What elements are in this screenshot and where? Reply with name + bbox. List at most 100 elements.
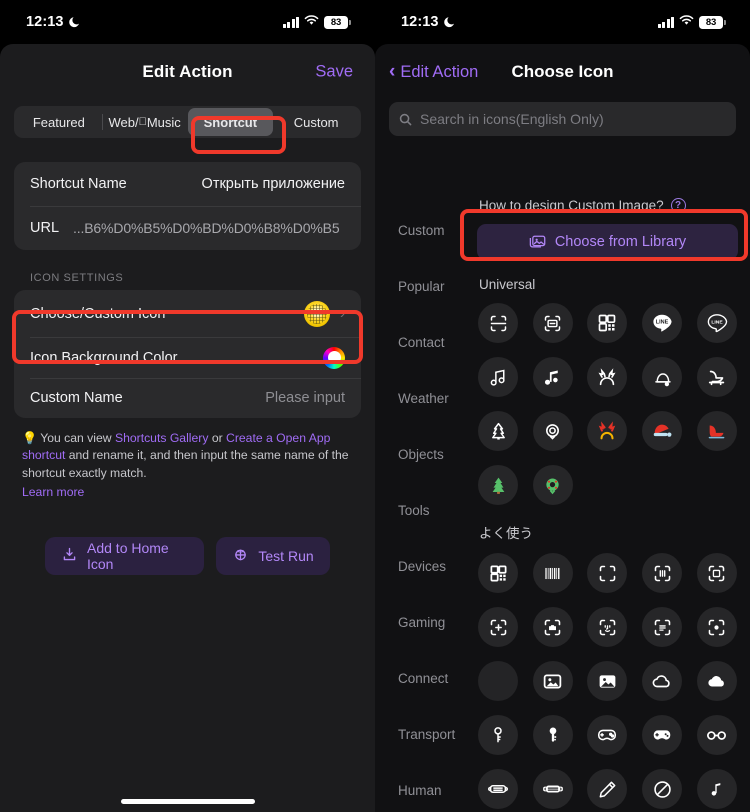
icon-cell[interactable]: LINE — [693, 303, 740, 343]
face-mask-filled-icon[interactable] — [533, 769, 573, 809]
icon-cell[interactable]: LINE — [639, 303, 686, 343]
category-gaming[interactable]: Gaming — [375, 594, 473, 650]
tab-shortcut[interactable]: Shortcut — [188, 108, 274, 136]
icon-cell[interactable] — [584, 553, 631, 593]
key-outline-icon[interactable] — [478, 715, 518, 755]
icon-cell[interactable] — [584, 303, 631, 343]
test-run-button[interactable]: Test Run — [216, 537, 330, 575]
santa-hat-color-icon[interactable] — [642, 411, 682, 451]
icon-cell[interactable] — [475, 411, 522, 451]
no-entry-icon[interactable] — [642, 769, 682, 809]
icon-cell[interactable] — [530, 465, 577, 505]
icon-cell[interactable] — [530, 769, 577, 809]
icon-cell[interactable] — [475, 715, 522, 755]
photo-filled-icon[interactable] — [587, 661, 627, 701]
category-contact[interactable]: Contact — [375, 314, 473, 370]
url-value[interactable]: ...B6%D0%B5%D0%BD%D0%B8%D0%B5 — [73, 220, 339, 236]
scan-text-icon[interactable] — [642, 607, 682, 647]
line-chat-filled-icon[interactable]: LINE — [642, 303, 682, 343]
icon-cell[interactable] — [584, 607, 631, 647]
face-mask-outline-icon[interactable] — [478, 769, 518, 809]
qr-code-small-icon[interactable] — [478, 553, 518, 593]
custom-name-input[interactable]: Please input — [265, 390, 345, 406]
reindeer-antlers-color-icon[interactable] — [587, 411, 627, 451]
sleigh-color-icon[interactable] — [697, 411, 737, 451]
icon-cell[interactable] — [584, 769, 631, 809]
category-popular[interactable]: Popular — [375, 258, 473, 314]
add-to-home-icon-button[interactable]: Add to Home Icon — [45, 537, 204, 575]
wreath-outline-icon[interactable] — [533, 411, 573, 451]
how-to-design-row[interactable]: How to design Custom Image? ? — [475, 198, 740, 213]
category-objects[interactable]: Objects — [375, 426, 473, 482]
category-custom[interactable]: Custom — [375, 202, 473, 258]
category-devices[interactable]: Devices — [375, 538, 473, 594]
icon-cell[interactable] — [693, 715, 740, 755]
question-mark-icon[interactable]: ? — [671, 198, 686, 213]
icon-cell[interactable] — [530, 357, 577, 397]
icon-cell[interactable] — [639, 607, 686, 647]
tab-custom[interactable]: Custom — [273, 108, 359, 136]
icon-cell[interactable] — [530, 715, 577, 755]
sleigh-outline-icon[interactable] — [697, 357, 737, 397]
photo-icon[interactable] — [533, 661, 573, 701]
icon-cell[interactable] — [475, 661, 522, 701]
icon-cell[interactable] — [475, 769, 522, 809]
icon-cell[interactable] — [530, 411, 577, 451]
custom-name-row[interactable]: Custom Name Please input — [14, 378, 361, 418]
icon-cell[interactable] — [693, 553, 740, 593]
cloud-outline-icon[interactable] — [642, 661, 682, 701]
scan-document-icon[interactable] — [697, 553, 737, 593]
music-notes-outline-icon[interactable] — [478, 357, 518, 397]
scan-dot-icon[interactable] — [697, 607, 737, 647]
christmas-tree-outline-icon[interactable] — [478, 411, 518, 451]
reindeer-antlers-outline-icon[interactable] — [587, 357, 627, 397]
icon-cell[interactable] — [475, 357, 522, 397]
icon-cell[interactable] — [639, 357, 686, 397]
scan-minus-icon[interactable] — [533, 303, 573, 343]
shortcut-name-row[interactable]: Shortcut Name Открыть приложение — [14, 162, 361, 206]
barcode-icon[interactable] — [533, 553, 573, 593]
scan-plus-icon[interactable] — [478, 607, 518, 647]
save-button[interactable]: Save — [315, 63, 353, 82]
shortcut-name-value[interactable]: Открыть приложение — [202, 176, 345, 192]
icon-cell[interactable] — [530, 607, 577, 647]
scan-corners-icon[interactable] — [587, 553, 627, 593]
cloud-filled-icon[interactable] — [697, 661, 737, 701]
category-weather[interactable]: Weather — [375, 370, 473, 426]
icon-cell[interactable] — [584, 357, 631, 397]
icon-cell[interactable] — [475, 553, 522, 593]
choose-custom-icon-row[interactable]: Choose/Custom Icon › — [14, 290, 361, 337]
choose-from-library-button[interactable]: Choose from Library — [477, 224, 738, 260]
color-wheel-icon[interactable] — [323, 347, 345, 369]
pencil-icon[interactable] — [587, 769, 627, 809]
search-input[interactable]: Search in icons(English Only) — [389, 102, 736, 136]
learn-more-link[interactable]: Learn more — [22, 484, 353, 501]
icon-cell[interactable] — [693, 607, 740, 647]
tab-web-music[interactable]: Web/Music — [102, 108, 188, 136]
key-filled-icon[interactable] — [533, 715, 573, 755]
scan-frame-icon[interactable] — [478, 303, 518, 343]
icon-cell[interactable] — [530, 661, 577, 701]
line-chat-outline-icon[interactable]: LINE — [697, 303, 737, 343]
icon-cell[interactable] — [584, 411, 631, 451]
icon-cell[interactable] — [475, 465, 522, 505]
gamepad-outline-icon[interactable] — [587, 715, 627, 755]
icon-cell[interactable] — [530, 553, 577, 593]
icon-cell[interactable] — [693, 411, 740, 451]
back-button[interactable]: ‹ Edit Action — [389, 63, 478, 82]
christmas-tree-color-icon[interactable] — [478, 465, 518, 505]
blank-icon[interactable] — [478, 661, 518, 701]
icon-cell[interactable] — [693, 661, 740, 701]
icon-cell[interactable] — [639, 661, 686, 701]
category-human[interactable]: Human — [375, 762, 473, 812]
music-note-icon[interactable] — [697, 769, 737, 809]
qr-code-icon[interactable] — [587, 303, 627, 343]
icon-cell[interactable] — [530, 303, 577, 343]
url-row[interactable]: URL ...B6%D0%B5%D0%BD%D0%B8%D0%B5 — [14, 206, 361, 250]
icon-cell[interactable] — [584, 715, 631, 755]
icon-cell[interactable] — [639, 411, 686, 451]
wreath-color-icon[interactable] — [533, 465, 573, 505]
icon-cell[interactable] — [639, 769, 686, 809]
category-tools[interactable]: Tools — [375, 482, 473, 538]
icon-cell[interactable] — [584, 661, 631, 701]
